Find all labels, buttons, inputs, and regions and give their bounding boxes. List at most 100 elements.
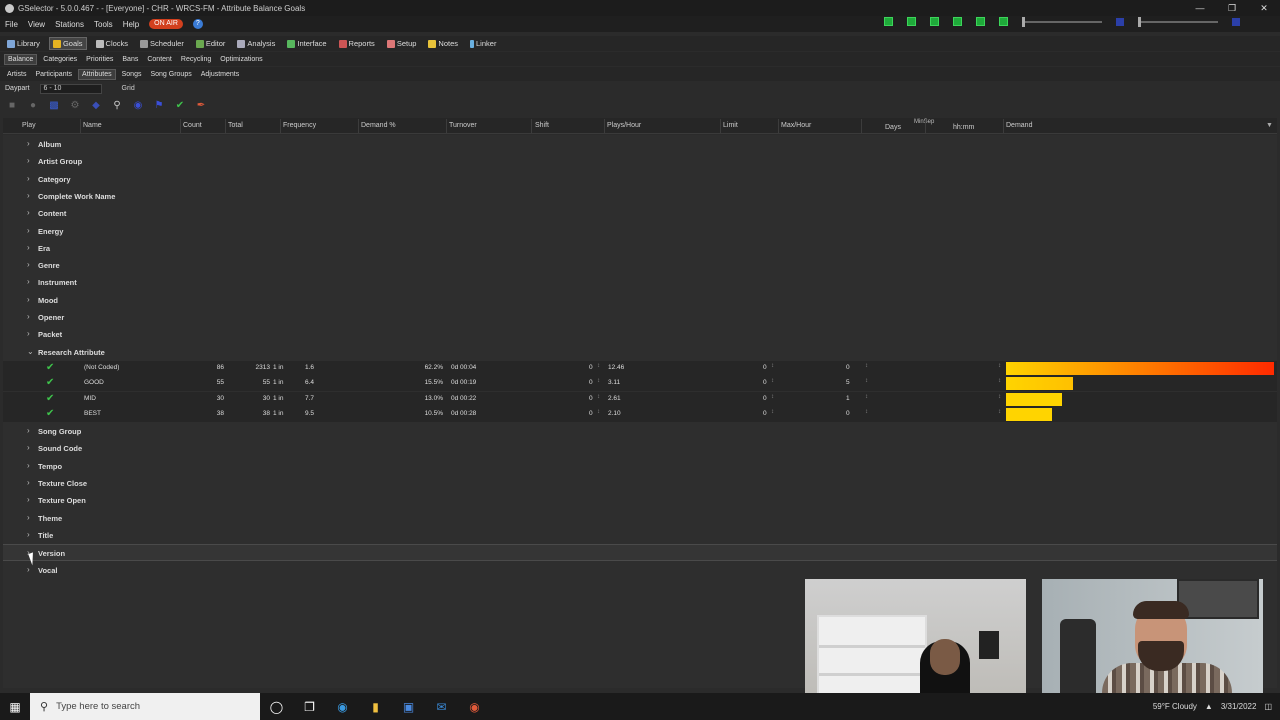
store-icon[interactable]: ▣ xyxy=(392,693,425,720)
spinner-icon[interactable]: ↕ xyxy=(597,363,600,369)
gselector-icon[interactable]: ◉ xyxy=(458,693,491,720)
group-row[interactable]: › Opener xyxy=(3,309,1277,326)
group-row[interactable]: › Complete Work Name xyxy=(3,188,1277,205)
chevron-right-icon[interactable]: › xyxy=(27,426,30,435)
group-row[interactable]: › Era xyxy=(3,240,1277,257)
menu-stations[interactable]: Stations xyxy=(55,20,84,29)
group-row[interactable]: ⌄ Research Attribute xyxy=(3,344,1277,361)
toolbar-editor[interactable]: Editor xyxy=(193,38,229,49)
chevron-right-icon[interactable]: › xyxy=(27,174,30,183)
col-play[interactable]: Play xyxy=(22,122,36,129)
group-row[interactable]: › Vocal xyxy=(3,562,1277,579)
chevron-down-icon[interactable]: ⌄ xyxy=(27,347,34,356)
cue-icon[interactable] xyxy=(1232,17,1240,26)
tab-priorities[interactable]: Priorities xyxy=(83,55,116,64)
cancel-icon[interactable]: ● xyxy=(27,99,39,111)
spinner-icon[interactable]: ↕ xyxy=(597,378,600,384)
toolbar-setup[interactable]: Setup xyxy=(384,38,420,49)
spinner-icon[interactable]: ↕ xyxy=(597,394,600,400)
chevron-right-icon[interactable]: › xyxy=(27,277,30,286)
menu-view[interactable]: View xyxy=(28,20,45,29)
chevron-right-icon[interactable]: › xyxy=(27,443,30,452)
group-row[interactable]: › Instrument xyxy=(3,274,1277,291)
chevron-right-icon[interactable]: › xyxy=(27,208,30,217)
col-turnover[interactable]: Turnover xyxy=(449,122,477,129)
chevron-right-icon[interactable]: › xyxy=(27,139,30,148)
toolbar-goals[interactable]: Goals xyxy=(48,37,87,50)
chevron-right-icon[interactable]: › xyxy=(27,312,30,321)
group-row[interactable]: › Title xyxy=(3,527,1277,544)
table-row[interactable]: ✔ MID 30 30 1 in 7.7 13.0% 0d 00:22 0 ↕ 2.61 0 ↕ 1 ↕ ↕ xyxy=(3,391,1277,407)
dropdown-icon[interactable]: ▼ xyxy=(1266,122,1273,129)
check-icon[interactable]: ✔ xyxy=(46,408,54,419)
check-icon[interactable]: ✔ xyxy=(46,393,54,404)
start-icon[interactable]: ▦ xyxy=(0,693,30,720)
link-icon[interactable]: ◆ xyxy=(90,99,102,111)
close-icon[interactable]: ✕ xyxy=(1248,0,1280,16)
spinner-icon[interactable]: ↕ xyxy=(998,378,1001,384)
on-air-badge[interactable]: ON AIR xyxy=(149,19,183,29)
chevron-right-icon[interactable]: › xyxy=(27,478,30,487)
spinner-icon[interactable]: ↕ xyxy=(998,363,1001,369)
check-icon[interactable]: ✔ xyxy=(46,377,54,388)
play-icon[interactable] xyxy=(953,17,962,26)
spinner-icon[interactable]: ↕ xyxy=(865,394,868,400)
group-row[interactable]: › Song Group xyxy=(3,423,1277,440)
col-hhmm[interactable]: hh:mm xyxy=(953,124,974,131)
volume-slider[interactable] xyxy=(1022,16,1102,27)
file-explorer-icon[interactable]: ▮ xyxy=(359,693,392,720)
tab-content[interactable]: Content xyxy=(144,55,175,64)
spinner-icon[interactable]: ↕ xyxy=(998,394,1001,400)
position-slider[interactable] xyxy=(1138,16,1218,27)
copy-icon[interactable]: ▩ xyxy=(48,99,60,111)
spinner-icon[interactable]: ↕ xyxy=(998,409,1001,415)
chevron-right-icon[interactable]: › xyxy=(27,295,30,304)
minimize-icon[interactable]: — xyxy=(1184,0,1216,16)
cortana-icon[interactable]: ◯ xyxy=(260,693,293,720)
tab-categories[interactable]: Categories xyxy=(40,55,80,64)
tab-bans[interactable]: Bans xyxy=(119,55,141,64)
group-row[interactable]: › Energy xyxy=(3,223,1277,240)
chevron-right-icon[interactable]: › xyxy=(27,513,30,522)
task-view-icon[interactable]: ❐ xyxy=(293,693,326,720)
toolbar-clocks[interactable]: Clocks xyxy=(93,38,132,49)
play-icon[interactable] xyxy=(907,17,916,26)
col-limit[interactable]: Limit xyxy=(723,122,738,129)
tab-recycling[interactable]: Recycling xyxy=(178,55,214,64)
chevron-right-icon[interactable]: › xyxy=(27,191,30,200)
col-demand[interactable]: Demand xyxy=(1006,122,1032,129)
table-row[interactable]: ✔ (Not Coded) 86 2313 1 in 1.6 62.2% 0d 00:04 0 ↕… xyxy=(3,360,1277,376)
mail-icon[interactable]: ✉ xyxy=(425,693,458,720)
group-row[interactable]: › Category xyxy=(3,171,1277,188)
date-text[interactable]: 3/31/2022 xyxy=(1221,702,1257,711)
spinner-icon[interactable]: ↕ xyxy=(865,409,868,415)
col-count[interactable]: Count xyxy=(183,122,202,129)
col-shift[interactable]: Shift xyxy=(535,122,549,129)
filter-icon[interactable]: ◉ xyxy=(132,99,144,111)
spinner-icon[interactable]: ↕ xyxy=(771,378,774,384)
settings-icon[interactable]: ⚙ xyxy=(69,99,81,111)
group-row[interactable]: › Texture Close xyxy=(3,475,1277,492)
chevron-right-icon[interactable]: › xyxy=(27,495,30,504)
tab-participants[interactable]: Participants xyxy=(32,70,75,79)
group-row[interactable]: › Mood xyxy=(3,292,1277,309)
brush-icon[interactable]: ✒ xyxy=(195,99,207,111)
flag-icon[interactable]: ⚑ xyxy=(153,99,165,111)
menu-file[interactable]: File xyxy=(5,20,18,29)
restore-icon[interactable]: ❐ xyxy=(1216,0,1248,16)
tab-balance[interactable]: Balance xyxy=(4,53,38,65)
cue-icon[interactable] xyxy=(1116,17,1124,26)
chevron-right-icon[interactable]: › xyxy=(27,260,30,269)
play-icon[interactable] xyxy=(884,17,893,26)
weather-text[interactable]: 59°F Cloudy xyxy=(1153,702,1197,711)
group-row[interactable]: › Version xyxy=(3,544,1277,562)
toolbar-interface[interactable]: Interface xyxy=(284,38,329,49)
table-row[interactable]: ✔ GOOD 55 55 1 in 6.4 15.5% 0d 00:19 0 ↕ 3.11 0 ↕ 5 ↕ ↕ xyxy=(3,376,1277,392)
group-row[interactable]: › Album xyxy=(3,136,1277,153)
col-plays-hour[interactable]: Plays/Hour xyxy=(607,122,641,129)
toolbar-scheduler[interactable]: Scheduler xyxy=(137,38,187,49)
tab-artists[interactable]: Artists xyxy=(4,70,29,79)
toolbar-linker[interactable]: Linker xyxy=(467,38,499,49)
tab-attributes[interactable]: Attributes xyxy=(78,68,116,80)
chevron-right-icon[interactable]: › xyxy=(27,156,30,165)
